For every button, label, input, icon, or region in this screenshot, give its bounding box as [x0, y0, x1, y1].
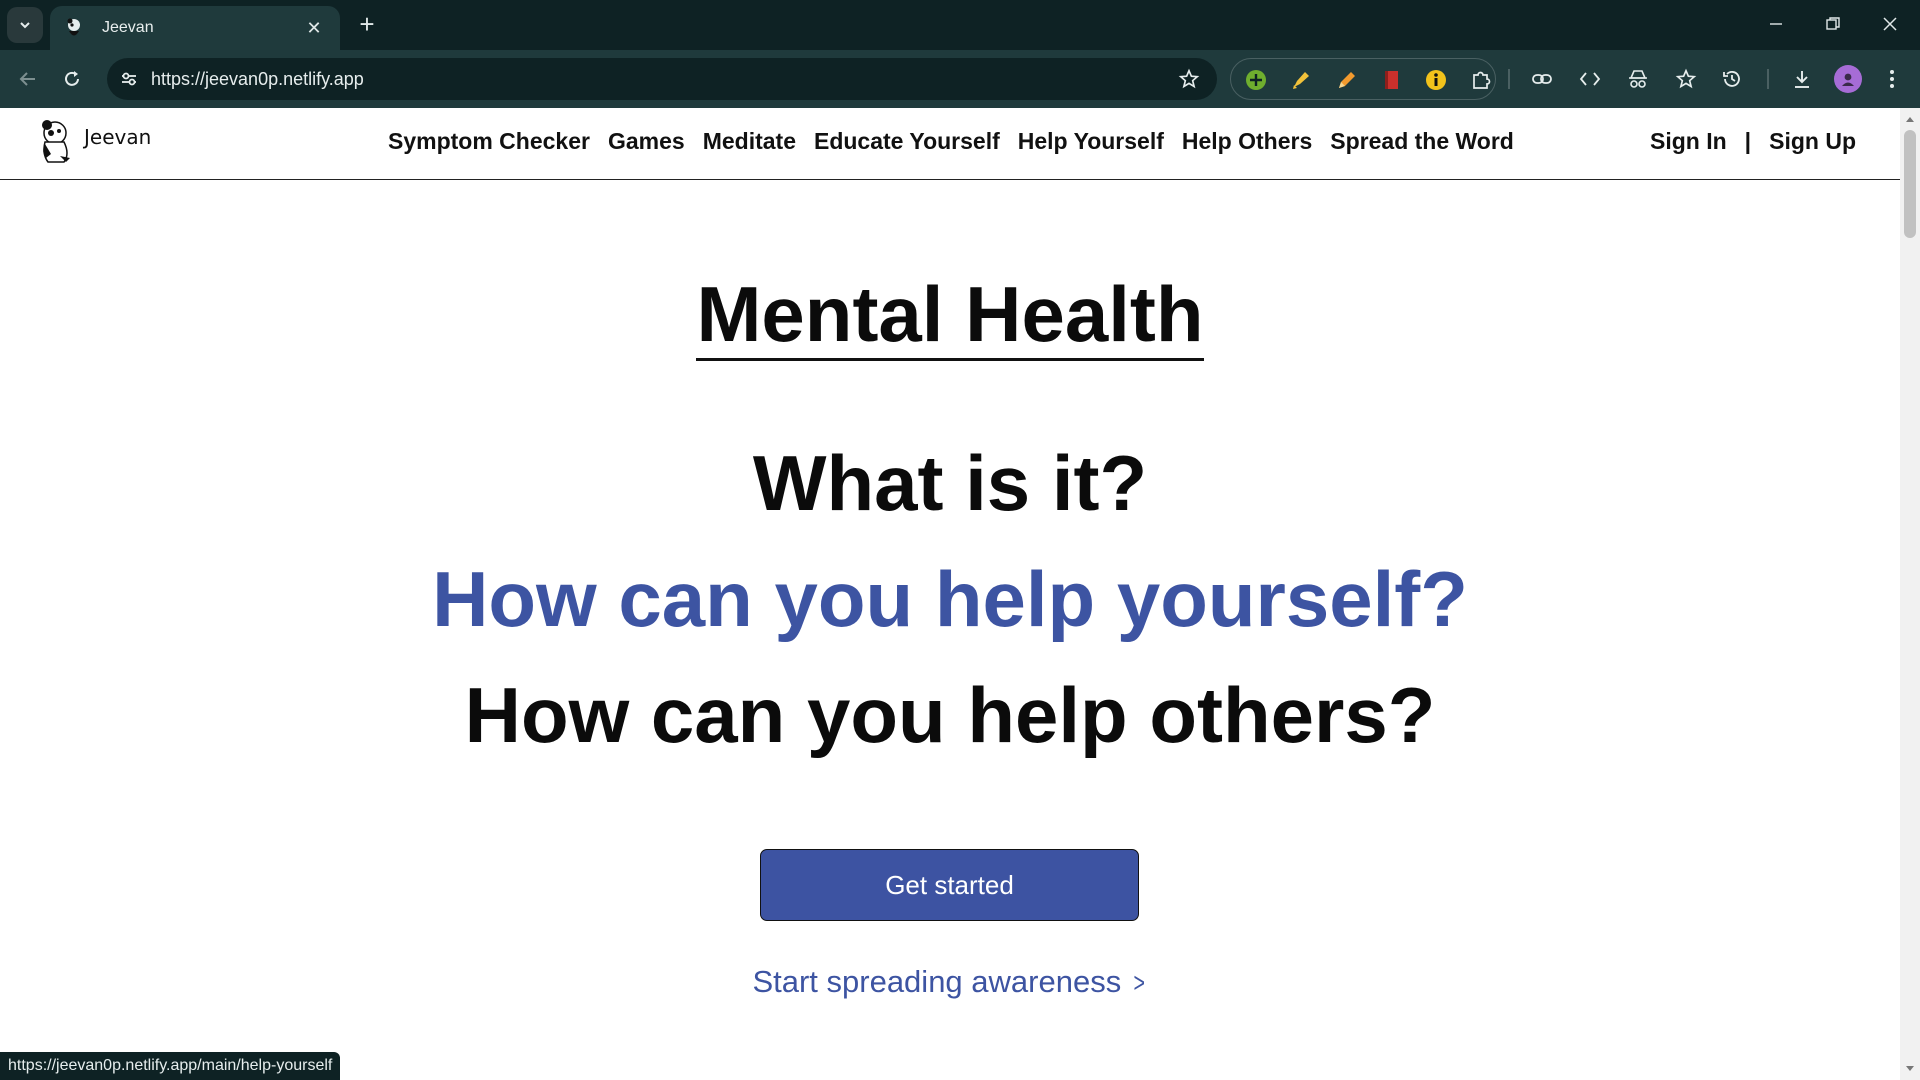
question-help-yourself: How can you help yourself?: [432, 555, 1468, 643]
close-tab-icon[interactable]: ✕: [302, 18, 326, 39]
status-url-bubble: https://jeevan0p.netlify.app/main/help-y…: [0, 1052, 341, 1080]
code-icon[interactable]: [1574, 63, 1606, 95]
question-help-others: How can you help others?: [464, 671, 1436, 759]
nav-spread-the-word[interactable]: Spread the Word: [1330, 128, 1514, 155]
nav-games[interactable]: Games: [608, 128, 685, 155]
get-started-button[interactable]: Get started: [760, 849, 1139, 921]
page-title-text: Mental Health: [696, 270, 1204, 361]
brand-name: Jeevan: [84, 125, 152, 149]
nav-symptom-checker[interactable]: Symptom Checker: [388, 128, 590, 155]
minimize-icon[interactable]: [1754, 8, 1798, 40]
brand-link[interactable]: Jeevan: [40, 120, 151, 164]
link-icon[interactable]: [1526, 63, 1558, 95]
bookmark-star-icon[interactable]: [1173, 63, 1205, 95]
chevron-right-icon: >: [1133, 967, 1146, 998]
more-options-icon[interactable]: [1876, 63, 1908, 95]
web-page: Jeevan Symptom Checker Games Meditate Ed…: [0, 108, 1900, 1080]
active-tab[interactable]: Jeevan ✕: [50, 6, 340, 50]
nav-help-others[interactable]: Help Others: [1182, 128, 1312, 155]
tab-title: Jeevan: [102, 19, 154, 36]
puzzle-extensions-icon[interactable]: [1466, 65, 1496, 95]
scroll-down-arrow-icon[interactable]: [1904, 1062, 1916, 1076]
url-text: https://jeevan0p.netlify.app: [151, 69, 364, 89]
chevron-down-icon: [20, 22, 30, 29]
nav-help-yourself[interactable]: Help Yourself: [1018, 128, 1164, 155]
page-scrollbar[interactable]: [1900, 108, 1920, 1080]
profile-avatar[interactable]: [1834, 65, 1862, 93]
page-title: Mental Health: [0, 270, 1900, 361]
highlighter-icon[interactable]: [1286, 65, 1316, 95]
site-settings-icon[interactable]: [113, 63, 145, 95]
scrollbar-thumb[interactable]: [1904, 130, 1916, 238]
sign-up-link[interactable]: Sign Up: [1769, 128, 1856, 155]
toolbar-separator: [1508, 69, 1510, 89]
panda-logo-icon: [42, 120, 70, 163]
toolbar-separator: [1767, 69, 1769, 89]
download-icon[interactable]: [1786, 63, 1818, 95]
incognito-icon[interactable]: [1622, 63, 1654, 95]
history-icon[interactable]: [1716, 63, 1748, 95]
auth-separator: |: [1744, 128, 1752, 154]
nav-meditate[interactable]: Meditate: [703, 128, 796, 155]
new-tab-icon[interactable]: +: [352, 10, 382, 40]
back-arrow-icon[interactable]: [12, 63, 44, 95]
nav-educate-yourself[interactable]: Educate Yourself: [814, 128, 1000, 155]
profile-icon: [1842, 73, 1854, 86]
pencil-icon[interactable]: [1331, 65, 1361, 95]
sign-in-link[interactable]: Sign In: [1650, 128, 1727, 155]
question-what-is-it: What is it?: [752, 439, 1148, 527]
spread-awareness-link[interactable]: Start spreading awareness >: [0, 964, 1900, 1000]
restore-icon[interactable]: [1811, 8, 1855, 40]
spread-awareness-label: Start spreading awareness: [752, 964, 1122, 999]
address-bar[interactable]: https://jeevan0p.netlify.app: [107, 58, 1217, 100]
reload-icon[interactable]: [56, 63, 88, 95]
book-icon[interactable]: [1376, 65, 1406, 95]
scroll-up-arrow-icon[interactable]: [1904, 112, 1916, 126]
panda-favicon-icon: [64, 18, 84, 38]
browser-toolbar: https://jeevan0p.netlify.app: [0, 50, 1920, 108]
site-header: Jeevan Symptom Checker Games Meditate Ed…: [0, 108, 1900, 180]
add-extension-icon[interactable]: [1241, 65, 1271, 95]
tab-strip: Jeevan ✕ +: [0, 0, 1920, 50]
main-nav: Symptom Checker Games Meditate Educate Y…: [388, 128, 1532, 155]
extensions-group: [1230, 58, 1496, 100]
favorites-icon[interactable]: [1670, 63, 1702, 95]
tab-search-button[interactable]: [7, 7, 43, 43]
close-window-icon[interactable]: [1868, 8, 1912, 40]
info-icon[interactable]: [1421, 65, 1451, 95]
auth-links: Sign In | Sign Up: [1650, 128, 1856, 155]
